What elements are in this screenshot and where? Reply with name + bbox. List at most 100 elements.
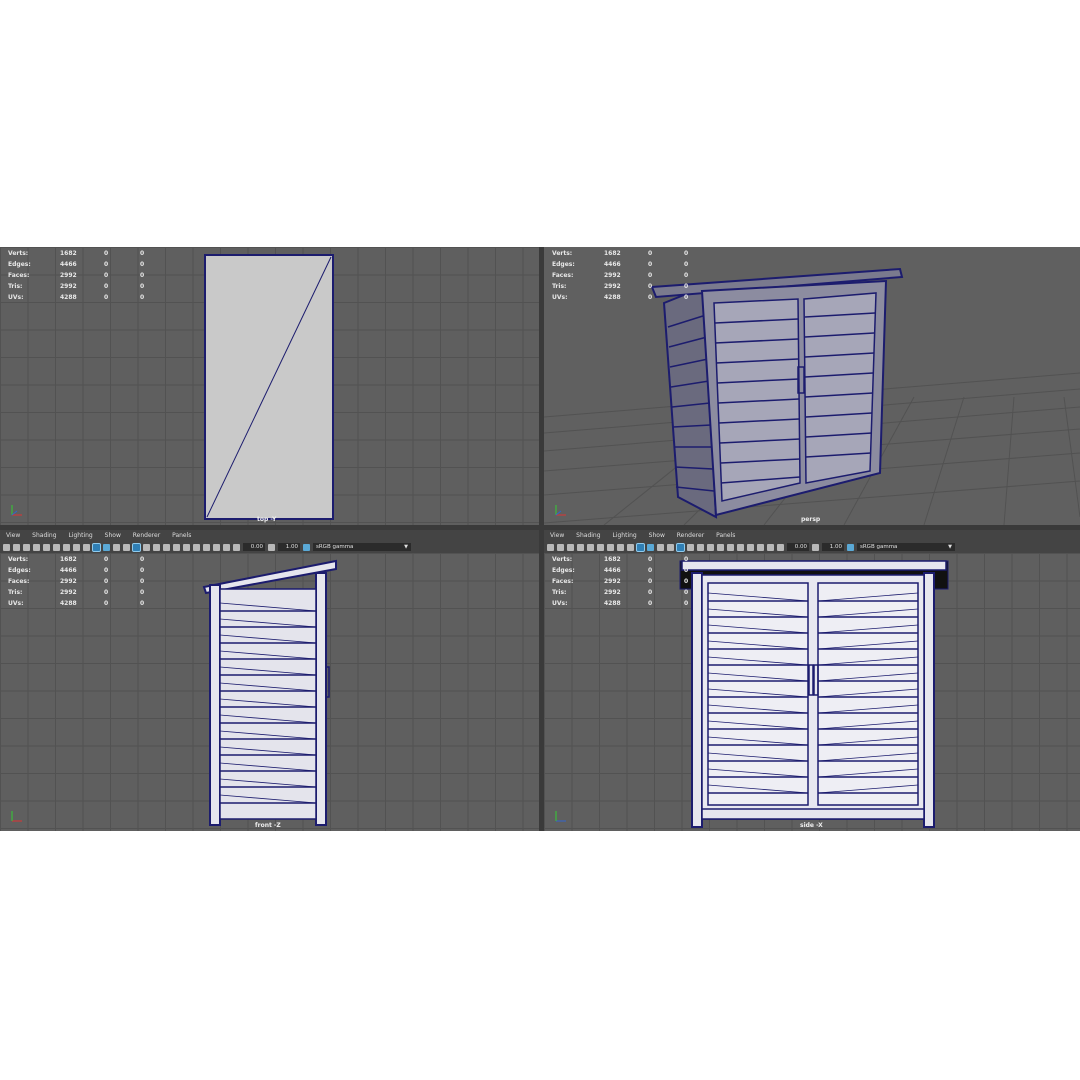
xray-icon[interactable] [687, 543, 694, 551]
wireframe-icon[interactable] [92, 542, 101, 552]
ambient-occlusion-icon[interactable] [173, 543, 180, 551]
hud-value: 0 [104, 272, 109, 279]
menu-renderer[interactable]: Renderer [133, 532, 160, 539]
hud-value: 0 [684, 283, 689, 290]
viewport-top[interactable]: Verts: 1682 0 0 Edges: 4466 0 0 Faces: 2992 0 0 T… [0, 247, 539, 525]
smooth-shade-icon[interactable] [103, 543, 110, 551]
film-gate-icon[interactable] [53, 543, 60, 551]
gate-mask-icon[interactable] [617, 543, 624, 551]
isolate-select-icon[interactable] [757, 543, 764, 551]
menu-lighting[interactable]: Lighting [68, 532, 92, 539]
hud-value: 0 [648, 567, 653, 574]
menu-show[interactable]: Show [649, 532, 665, 539]
image-plane-icon[interactable] [33, 543, 40, 551]
textured-icon[interactable] [667, 543, 674, 551]
hud-label: Edges: [8, 567, 31, 574]
lights-icon[interactable] [153, 543, 160, 551]
menu-panels[interactable]: Panels [716, 532, 735, 539]
resolution-gate-icon[interactable] [63, 543, 70, 551]
camera-label: persp [801, 516, 821, 523]
gamma-field[interactable]: 1.00 [278, 543, 300, 551]
camera-attributes-icon[interactable] [13, 543, 20, 551]
exposure-field[interactable]: 0.00 [787, 543, 809, 551]
panel-toolbar: 0.00 1.00 sRGB gamma ▼ [544, 541, 1080, 553]
motion-blur-icon[interactable] [727, 543, 734, 551]
film-gate-icon[interactable] [597, 543, 604, 551]
wireframe-icon[interactable] [636, 542, 645, 552]
hud-value: 4288 [60, 600, 77, 607]
exposure-icon[interactable] [777, 543, 784, 551]
hud-value: 1682 [604, 556, 621, 563]
hud-value: 1682 [60, 556, 77, 563]
hud-value: 2992 [604, 272, 621, 279]
bookmark-icon[interactable] [23, 543, 30, 551]
camera-icon[interactable] [3, 543, 10, 551]
hud-value: 0 [684, 272, 689, 279]
antialiasing-icon[interactable] [193, 543, 200, 551]
camera-label: side -X [800, 822, 823, 829]
hud-value: 0 [140, 283, 145, 290]
field-chart-icon[interactable] [627, 543, 634, 551]
menu-renderer[interactable]: Renderer [677, 532, 704, 539]
view-transform-dropdown[interactable]: sRGB gamma ▼ [313, 543, 411, 551]
lights-icon[interactable] [697, 543, 704, 551]
bookmark-icon[interactable] [567, 543, 574, 551]
xray-icon[interactable] [143, 543, 150, 551]
field-chart-icon[interactable] [83, 543, 90, 551]
hud-value: 4288 [60, 294, 77, 301]
depth-of-field-icon[interactable] [747, 543, 754, 551]
gamma-icon[interactable] [268, 543, 275, 551]
wireframe-on-shaded-icon[interactable] [676, 542, 685, 552]
view-transform-value: sRGB gamma [316, 544, 354, 550]
camera-attributes-icon[interactable] [557, 543, 564, 551]
gamma-icon[interactable] [812, 543, 819, 551]
motion-blur-icon[interactable] [183, 543, 190, 551]
depth-of-field-icon[interactable] [203, 543, 210, 551]
antialiasing-icon[interactable] [737, 543, 744, 551]
view-transform-dropdown[interactable]: sRGB gamma ▼ [857, 543, 955, 551]
viewport-persp[interactable]: Verts: 1682 0 0 Edges: 4466 0 0 Faces: 2992 0 0 T… [544, 247, 1080, 525]
xray-joints-icon[interactable] [223, 543, 230, 551]
exposure-field[interactable]: 0.00 [243, 543, 265, 551]
resolution-gate-icon[interactable] [607, 543, 614, 551]
menu-lighting[interactable]: Lighting [612, 532, 636, 539]
wireframe-on-shaded-icon[interactable] [132, 542, 141, 552]
isolate-select-icon[interactable] [213, 543, 220, 551]
gate-mask-icon[interactable] [73, 543, 80, 551]
color-management-icon[interactable] [847, 543, 854, 551]
smooth-shade-icon[interactable] [647, 543, 654, 551]
hud-value: 0 [104, 294, 109, 301]
shadows-icon[interactable] [707, 543, 714, 551]
grid-toggle-icon[interactable] [587, 543, 594, 551]
image-plane-icon[interactable] [577, 543, 584, 551]
axis-gizmo-icon [555, 505, 566, 516]
hud-value: 0 [648, 589, 653, 596]
hud-value: 0 [140, 578, 145, 585]
shadows-icon[interactable] [163, 543, 170, 551]
menu-shading[interactable]: Shading [576, 532, 600, 539]
menu-view[interactable]: View [6, 532, 20, 539]
grid-toggle-icon[interactable] [43, 543, 50, 551]
menu-shading[interactable]: Shading [32, 532, 56, 539]
default-material-icon[interactable] [657, 543, 664, 551]
hud-label: Edges: [552, 567, 575, 574]
hud-label: Tris: [8, 283, 23, 290]
hud-value: 0 [140, 600, 145, 607]
camera-icon[interactable] [547, 543, 554, 551]
gamma-field[interactable]: 1.00 [822, 543, 844, 551]
menu-view[interactable]: View [550, 532, 564, 539]
hud-value: 0 [648, 556, 653, 563]
panel-divider-horizontal[interactable] [0, 525, 1080, 530]
viewport-front[interactable]: Verts: 1682 0 0 Edges: 4466 0 0 Faces: 2992 0 0 T… [0, 553, 539, 831]
exposure-icon[interactable] [233, 543, 240, 551]
menu-show[interactable]: Show [105, 532, 121, 539]
ambient-occlusion-icon[interactable] [717, 543, 724, 551]
menu-panels[interactable]: Panels [172, 532, 191, 539]
default-material-icon[interactable] [113, 543, 120, 551]
color-management-icon[interactable] [303, 543, 310, 551]
textured-icon[interactable] [123, 543, 130, 551]
xray-joints-icon[interactable] [767, 543, 774, 551]
viewport-side[interactable]: Verts: 1682 0 0 Edges: 4466 0 0 Faces: 2992 0 0 T… [544, 553, 1080, 831]
hud-value: 2992 [60, 578, 77, 585]
hud-value: 1682 [60, 250, 77, 257]
